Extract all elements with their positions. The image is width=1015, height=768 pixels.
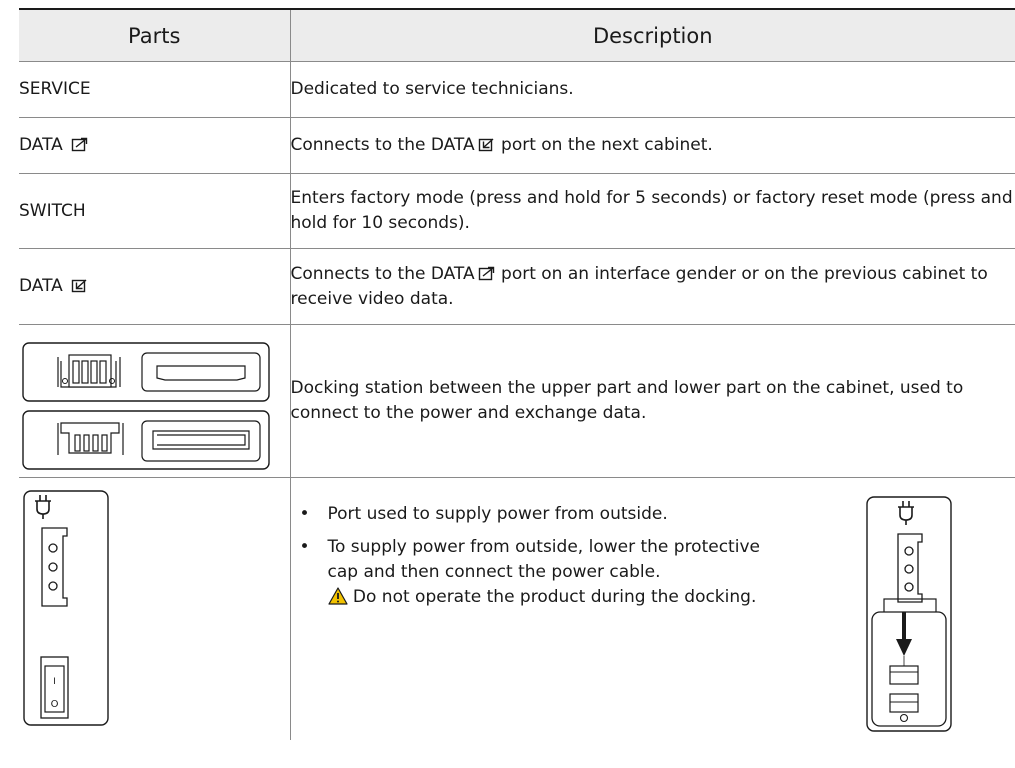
part-label: DATA	[19, 135, 63, 155]
port-in-icon	[72, 279, 87, 293]
table-row: I O • Port used to supply power from out…	[19, 477, 1015, 741]
list-item: • Port used to supply power from outside…	[291, 502, 781, 527]
part-switch: SWITCH	[19, 173, 290, 249]
table-row: DATA Connects to the DATA port on an int…	[19, 248, 1015, 325]
desc-service: Dedicated to service technicians.	[289, 61, 1015, 118]
part-power: I O	[19, 478, 290, 741]
bullet-dot: •	[299, 504, 310, 524]
port-in-icon	[478, 138, 494, 152]
desc-port-name: DATA	[430, 263, 475, 284]
port-out-icon	[72, 137, 88, 152]
table-row: SERVICE Dedicated to service technicians…	[19, 61, 1015, 118]
table-row: DATA Connects to the DATA port on the ne…	[19, 117, 1015, 174]
desc-text: Connects to the	[290, 135, 431, 155]
warning-note: Do not operate the product during the do…	[327, 585, 781, 610]
bullet-text: To supply power from outside, lower the …	[327, 537, 760, 582]
part-label: DATA	[19, 276, 63, 296]
docking-connector-illustration	[22, 342, 270, 470]
part-data-out: DATA	[19, 117, 290, 174]
desc-docking: Docking station between the upper part a…	[289, 324, 1015, 478]
desc-text: Docking station between the upper part a…	[290, 378, 964, 423]
power-port-illustration: I O	[23, 490, 109, 726]
desc-power: • Port used to supply power from outside…	[289, 477, 1015, 740]
desc-text: Enters factory mode (press and hold for …	[290, 188, 1013, 233]
desc-port-name: DATA	[430, 135, 475, 155]
desc-data-in: Connects to the DATA port on an interfac…	[289, 248, 1015, 325]
parts-table: Parts Description SERVICE Dedicated to s…	[19, 8, 1015, 740]
part-label: SERVICE	[19, 79, 91, 99]
protective-cap-illustration	[865, 496, 952, 732]
desc-text: Connects to the	[290, 263, 431, 284]
description-header: Description	[289, 8, 1015, 62]
desc-text: Dedicated to service technicians.	[290, 79, 574, 99]
table-row: SWITCH Enters factory mode (press and ho…	[19, 173, 1015, 249]
power-bullet-list: • Port used to supply power from outside…	[291, 502, 781, 618]
table-row: Docking station between the upper part a…	[19, 324, 1015, 478]
warning-text: Do not operate the product during the do…	[352, 587, 757, 607]
desc-switch: Enters factory mode (press and hold for …	[289, 173, 1015, 249]
bullet-dot: •	[299, 537, 310, 557]
warning-triangle-icon	[327, 587, 348, 605]
port-out-icon	[478, 266, 494, 280]
table-header-row: Parts Description	[19, 8, 1015, 62]
switch-on-glyph: I	[53, 677, 56, 687]
part-data-in: DATA	[19, 248, 290, 325]
desc-data-out: Connects to the DATA port on the next ca…	[289, 117, 1015, 174]
parts-header: Parts	[19, 8, 290, 62]
list-item: • To supply power from outside, lower th…	[291, 535, 781, 610]
part-label: SWITCH	[19, 200, 86, 221]
part-docking	[19, 324, 290, 478]
bullet-text: Port used to supply power from outside.	[327, 504, 668, 524]
part-service: SERVICE	[19, 61, 290, 118]
switch-off-glyph: O	[51, 699, 59, 710]
desc-text: port on the next cabinet.	[495, 135, 713, 155]
